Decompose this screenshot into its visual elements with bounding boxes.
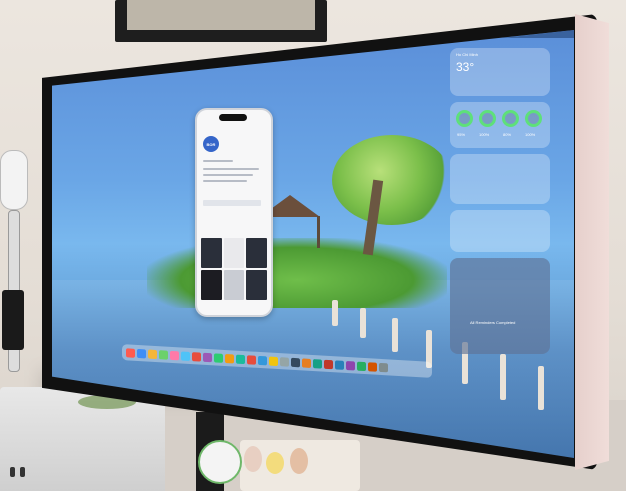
battery-level: 95%: [457, 132, 466, 137]
wallpaper-gazebo: [266, 216, 320, 248]
battery-level: 80%: [503, 132, 512, 137]
pier-post: [360, 308, 366, 338]
pier-post: [392, 318, 398, 352]
lamp-head: [0, 150, 28, 210]
dock-app-icon[interactable]: [159, 349, 168, 360]
toy-figure: [244, 446, 262, 472]
battery-ring: [525, 110, 542, 127]
profile-text-line: [203, 160, 233, 162]
dock-app-icon[interactable]: [247, 354, 256, 365]
grid-photo[interactable]: [201, 270, 222, 300]
weather-temperature: 33°: [456, 60, 475, 74]
dock-app-icon[interactable]: [324, 359, 333, 369]
wall-picture-frame: [115, 0, 327, 42]
battery-widget[interactable]: 95% 100% 80% 100%: [450, 102, 550, 148]
profile-text-line: [203, 168, 259, 170]
panda-figure: [198, 440, 242, 484]
toy-figure: [290, 448, 308, 474]
desk-lamp: [0, 150, 30, 380]
grid-photo[interactable]: [223, 238, 245, 268]
reminders-widget[interactable]: All Reminders Completed: [450, 258, 550, 354]
dock-app-icon[interactable]: [280, 356, 289, 367]
grid-photo[interactable]: [246, 270, 267, 300]
profile-buttons[interactable]: [203, 200, 261, 206]
grid-photo[interactable]: [223, 270, 245, 300]
dock-app-icon[interactable]: [214, 352, 223, 363]
dock-app-icon[interactable]: [346, 360, 355, 370]
weather-city: Ho Chi Minh: [456, 52, 479, 57]
dock-app-icon[interactable]: [137, 348, 146, 358]
battery-level: 100%: [479, 132, 490, 137]
dock-app-icon[interactable]: [368, 361, 377, 372]
lamp-clip: [2, 290, 24, 350]
battery-ring: [502, 110, 519, 127]
dock-app-icon[interactable]: [291, 357, 300, 367]
usb-port: [20, 467, 25, 477]
usb-port: [10, 467, 15, 477]
dock-app-icon[interactable]: [148, 349, 157, 359]
pier-post: [332, 300, 338, 326]
iphone-mirroring-window[interactable]: BOR: [195, 108, 273, 317]
grid-photo[interactable]: [201, 238, 222, 268]
dock-app-icon[interactable]: [379, 362, 388, 372]
battery-level: 100%: [525, 132, 536, 137]
toy-figure: [266, 452, 284, 474]
profile-text-line: [203, 174, 253, 176]
dock-app-icon[interactable]: [335, 359, 344, 370]
battery-ring: [479, 110, 496, 127]
dynamic-island: [219, 114, 247, 121]
dock-app-icon[interactable]: [170, 350, 179, 360]
pier-post: [500, 354, 506, 400]
dock-app-icon[interactable]: [269, 356, 278, 366]
stocks-widget[interactable]: [450, 154, 550, 204]
reminders-status: All Reminders Completed: [470, 320, 516, 325]
dock-app-icon[interactable]: [236, 354, 245, 364]
dock-app-icon[interactable]: [258, 355, 267, 365]
clock-widget[interactable]: [450, 210, 550, 252]
dock-app-icon[interactable]: [302, 357, 311, 368]
dock-app-icon[interactable]: [192, 351, 201, 362]
grid-photo[interactable]: [246, 238, 267, 268]
dock-app-icon[interactable]: [126, 347, 135, 358]
dock-app-icon[interactable]: [313, 358, 322, 369]
weather-widget[interactable]: Ho Chi Minh 33°: [450, 48, 550, 96]
dock-app-icon[interactable]: [203, 352, 212, 362]
dock-app-icon[interactable]: [225, 353, 234, 364]
wallpaper-tree: [332, 135, 452, 225]
dock-app-icon[interactable]: [357, 361, 366, 371]
profile-text-line: [203, 180, 247, 182]
profile-avatar[interactable]: BOR: [203, 136, 219, 152]
battery-ring: [456, 110, 473, 127]
photo-grid[interactable]: [201, 238, 267, 300]
monitor-side-panel: [575, 14, 609, 470]
pier-post: [538, 366, 544, 410]
dock-app-icon[interactable]: [181, 350, 190, 361]
